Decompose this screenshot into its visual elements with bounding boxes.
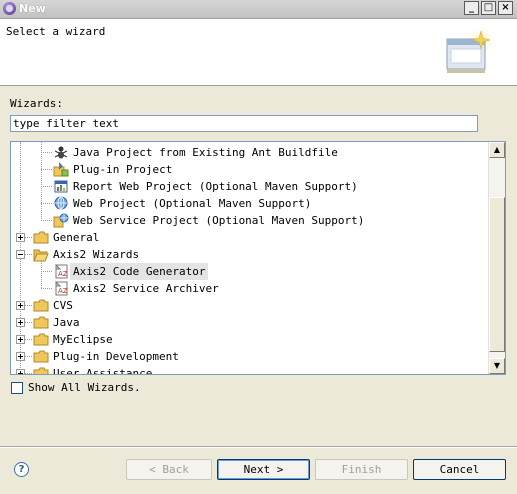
tree-item-label: General bbox=[53, 231, 100, 244]
expand-icon[interactable] bbox=[16, 318, 25, 327]
minimize-button[interactable]: _ bbox=[464, 1, 479, 15]
ant-icon bbox=[53, 145, 69, 160]
folder-icon bbox=[33, 315, 49, 330]
tree-item[interactable]: AZ Axis2 Service Archiver bbox=[11, 280, 489, 297]
tree-item[interactable]: Web Service Project (Optional Maven Supp… bbox=[11, 212, 489, 229]
scroll-down-button[interactable]: ▼ bbox=[489, 358, 505, 374]
tree-item-label: Web Service Project (Optional Maven Supp… bbox=[73, 214, 365, 227]
tree-item-label: Plug-in Project bbox=[73, 163, 173, 176]
tree-item[interactable]: Axis2 Wizards bbox=[11, 246, 489, 263]
axis2-icon: AZ bbox=[53, 263, 69, 279]
tree-item[interactable]: CVS bbox=[11, 297, 489, 314]
expand-icon[interactable] bbox=[16, 301, 25, 310]
tree-guide-line bbox=[25, 339, 32, 340]
wizard-header: Select a wizard bbox=[0, 19, 517, 86]
eclipse-icon bbox=[3, 2, 16, 15]
tree-item-label: Java bbox=[53, 316, 80, 329]
tree-guide-line bbox=[25, 322, 32, 323]
tree-guide-line bbox=[41, 203, 52, 204]
tree-guide-line bbox=[41, 220, 52, 221]
wizards-label: Wizards: bbox=[10, 97, 63, 110]
wizard-banner-icon bbox=[446, 27, 495, 73]
title-bar: New _ □ × bbox=[0, 0, 517, 19]
axis2-icon: AZ bbox=[53, 280, 69, 296]
tree-scrollbar[interactable]: ▲ ▼ bbox=[488, 142, 505, 374]
folder-icon bbox=[33, 230, 49, 245]
tree-item-label: Web Project (Optional Maven Support) bbox=[73, 197, 312, 210]
expand-icon[interactable] bbox=[16, 369, 25, 374]
window-title: New bbox=[19, 2, 46, 15]
help-icon[interactable]: ? bbox=[14, 462, 29, 477]
web-service-project-icon bbox=[53, 213, 69, 228]
tree-guide-line bbox=[25, 373, 32, 374]
tree-guide-line bbox=[41, 186, 52, 187]
tree-item[interactable]: User Assistance bbox=[11, 365, 489, 375]
web-project-icon bbox=[53, 196, 69, 211]
filter-input[interactable] bbox=[10, 115, 478, 132]
expand-icon[interactable] bbox=[16, 352, 25, 361]
folder-icon bbox=[33, 349, 49, 364]
tree-item[interactable]: Plug-in Project bbox=[11, 161, 489, 178]
show-all-label[interactable]: Show All Wizards. bbox=[28, 381, 141, 394]
svg-text:AZ: AZ bbox=[58, 270, 68, 278]
cancel-button[interactable]: Cancel bbox=[413, 459, 506, 480]
tree-guide-line bbox=[25, 254, 32, 255]
tree-item[interactable]: Report Web Project (Optional Maven Suppo… bbox=[11, 178, 489, 195]
folder-icon bbox=[33, 366, 49, 374]
tree-item[interactable]: Java Project from Existing Ant Buildfile bbox=[11, 144, 489, 161]
tree-item[interactable]: Web Project (Optional Maven Support) bbox=[11, 195, 489, 212]
tree-item[interactable]: Java bbox=[11, 314, 489, 331]
tree-guide-line bbox=[25, 237, 32, 238]
tree-guide-line bbox=[25, 356, 32, 357]
scroll-up-button[interactable]: ▲ bbox=[489, 142, 505, 158]
button-bar-separator bbox=[0, 446, 517, 448]
plugin-project-icon bbox=[53, 162, 69, 177]
tree-item[interactable]: AZ Axis2 Code Generator bbox=[11, 263, 489, 280]
show-all-checkbox[interactable] bbox=[11, 382, 23, 394]
expand-icon[interactable] bbox=[16, 335, 25, 344]
tree-guide-line bbox=[41, 288, 52, 289]
back-button[interactable]: < Back bbox=[126, 459, 212, 480]
maximize-button[interactable]: □ bbox=[481, 1, 496, 15]
tree-item-label: MyEclipse bbox=[53, 333, 113, 346]
tree-item-label: CVS bbox=[53, 299, 73, 312]
wizard-tree[interactable]: Java Project from Existing Ant Buildfile… bbox=[10, 141, 506, 375]
tree-guide-line bbox=[41, 271, 52, 272]
tree-item-label: Axis2 Service Archiver bbox=[73, 282, 219, 295]
tree-item-label: Axis2 Code Generator bbox=[70, 263, 209, 280]
tree-item-label: User Assistance bbox=[53, 367, 153, 375]
tree-item-label: Java Project from Existing Ant Buildfile bbox=[73, 146, 338, 159]
scroll-thumb[interactable] bbox=[489, 197, 505, 352]
tree-item[interactable]: MyEclipse bbox=[11, 331, 489, 348]
close-button[interactable]: × bbox=[498, 1, 513, 15]
expand-icon[interactable] bbox=[16, 233, 25, 242]
svg-text:AZ: AZ bbox=[58, 287, 68, 295]
tree-guide-line bbox=[41, 152, 52, 153]
tree-item-label: Report Web Project (Optional Maven Suppo… bbox=[73, 180, 358, 193]
folder-icon bbox=[33, 332, 49, 347]
tree-item-label: Axis2 Wizards bbox=[53, 248, 140, 261]
report-web-project-icon bbox=[53, 179, 69, 194]
tree-item-label: Plug-in Development bbox=[53, 350, 179, 363]
tree-item[interactable]: General bbox=[11, 229, 489, 246]
finish-button[interactable]: Finish bbox=[315, 459, 408, 480]
collapse-icon[interactable] bbox=[16, 250, 25, 259]
tree-guide-line bbox=[41, 169, 52, 170]
header-title: Select a wizard bbox=[6, 25, 106, 38]
folder-open-icon bbox=[33, 247, 49, 262]
tree-item[interactable]: Plug-in Development bbox=[11, 348, 489, 365]
next-button[interactable]: Next > bbox=[217, 459, 310, 480]
tree-guide-line bbox=[25, 305, 32, 306]
folder-icon bbox=[33, 298, 49, 313]
